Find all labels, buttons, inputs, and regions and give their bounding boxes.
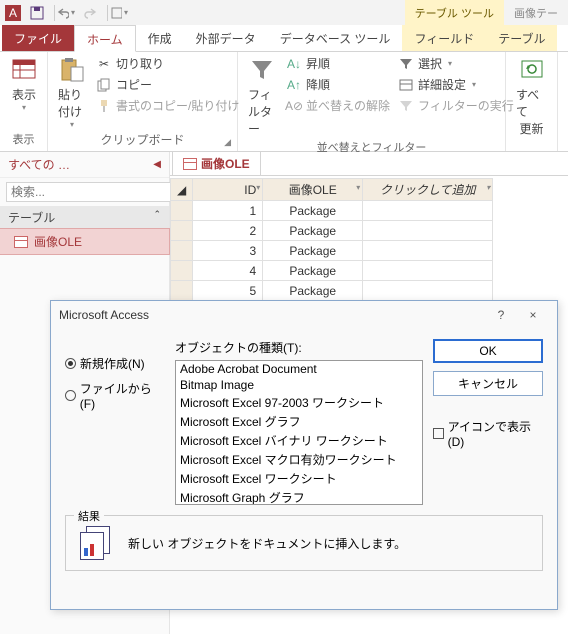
toggle-filter-icon (398, 98, 414, 114)
tab-dbtools[interactable]: データベース ツール (268, 25, 403, 51)
tab-external[interactable]: 外部データ (184, 25, 268, 51)
group-view-label: 表示 (6, 131, 41, 149)
qat-more-icon[interactable] (110, 4, 128, 22)
object-type-listbox[interactable]: Adobe Acrobat Document Bitmap Image Micr… (175, 360, 423, 505)
insert-object-dialog: Microsoft Access ? × 新規作成(N) ファイルから(F) オ… (50, 300, 558, 610)
tab-fields[interactable]: フィールド (402, 25, 486, 51)
toggle-filter-button[interactable]: フィルターの実行 (396, 96, 516, 115)
dialog-title: Microsoft Access (59, 308, 149, 322)
chevron-double-left-icon[interactable]: ◀ (153, 159, 161, 170)
list-item[interactable]: Microsoft Graph グラフ (176, 488, 422, 505)
qat-separator (54, 5, 55, 21)
radio-from-file[interactable]: ファイルから(F) (65, 380, 165, 411)
cancel-button[interactable]: キャンセル (433, 371, 543, 396)
format-painter-button[interactable]: 書式のコピー/貼り付け (94, 96, 241, 115)
tab-file[interactable]: ファイル (2, 25, 74, 51)
radio-create-new[interactable]: 新規作成(N) (65, 355, 165, 372)
cut-button[interactable]: ✂切り取り (94, 54, 241, 73)
paste-button[interactable]: 貼り付け ▾ (54, 54, 90, 131)
radio-icon (65, 358, 76, 369)
tab-table[interactable]: テーブル (486, 25, 557, 51)
filter-icon (248, 56, 276, 84)
app-icon: A (4, 4, 22, 22)
selection-button[interactable]: 選択 (396, 54, 516, 73)
list-item[interactable]: Adobe Acrobat Document (176, 361, 422, 377)
table-row[interactable]: 3Package (171, 241, 493, 261)
list-item[interactable]: Microsoft Excel グラフ (176, 412, 422, 431)
paste-icon (58, 56, 86, 84)
table-row[interactable]: 4Package (171, 261, 493, 281)
result-legend: 結果 (74, 508, 104, 524)
sort-desc-icon: A↑ (286, 77, 302, 93)
refresh-all-button[interactable]: すべて 更新 (512, 54, 551, 139)
checkbox-icon (433, 428, 444, 439)
advanced-button[interactable]: 詳細設定 (396, 75, 516, 94)
context-tab-tools: テーブル ツール (405, 0, 504, 25)
redo-icon[interactable] (81, 4, 99, 22)
ok-button[interactable]: OK (433, 339, 543, 363)
sort-clear-icon: A⊘ (286, 98, 302, 114)
close-button[interactable]: × (517, 308, 549, 322)
nav-group-header[interactable]: テーブル ⌃ (0, 206, 169, 229)
result-text: 新しい オブジェクトをドキュメントに挿入します。 (128, 535, 532, 552)
paste-label: 貼り付け (58, 86, 86, 120)
group-clipboard-label: クリップボード◢ (54, 131, 231, 150)
view-button[interactable]: 表示 ▾ (6, 54, 42, 114)
table-row[interactable]: 2Package (171, 221, 493, 241)
list-item[interactable]: Microsoft Excel マクロ有効ワークシート (176, 450, 422, 469)
sort-desc-button[interactable]: A↑降順 (284, 75, 392, 94)
cut-icon: ✂ (96, 56, 112, 72)
column-header-ole[interactable]: 画像OLE▾ (263, 179, 363, 201)
help-button[interactable]: ? (485, 308, 517, 322)
copy-icon (96, 77, 112, 93)
refresh-icon (518, 56, 546, 84)
undo-icon[interactable] (57, 4, 75, 22)
selection-icon (398, 56, 414, 72)
table-icon (14, 236, 28, 248)
nav-search-input[interactable] (6, 182, 171, 202)
list-item[interactable]: Microsoft Excel 97-2003 ワークシート (176, 393, 422, 412)
tab-create[interactable]: 作成 (136, 25, 184, 51)
svg-text:A: A (9, 6, 17, 20)
save-icon[interactable] (28, 4, 46, 22)
sort-asc-button[interactable]: A↓昇順 (284, 54, 392, 73)
advanced-icon (398, 77, 414, 93)
qat-separator (107, 5, 108, 21)
column-dropdown-icon[interactable]: ▾ (256, 183, 260, 192)
table-row[interactable]: 5Package (171, 281, 493, 301)
nav-item-table[interactable]: 画像OLE (0, 229, 169, 254)
view-label: 表示 (12, 86, 36, 103)
display-as-icon-checkbox[interactable]: アイコンで表示(D) (433, 418, 543, 449)
context-tab-image: 画像テー (504, 0, 568, 25)
clipboard-launcher[interactable]: ◢ (224, 137, 231, 148)
result-icon (76, 526, 116, 560)
collapse-icon[interactable]: ⌃ (153, 209, 161, 226)
list-item[interactable]: Microsoft Excel ワークシート (176, 469, 422, 488)
brush-icon (96, 98, 112, 114)
document-tab[interactable]: 画像OLE (172, 152, 261, 175)
view-icon (10, 56, 38, 84)
select-all-cell[interactable]: ◢ (171, 179, 193, 201)
table-row[interactable]: 1Package (171, 201, 493, 221)
column-header-add[interactable]: クリックして追加▾ (363, 179, 493, 201)
column-dropdown-icon[interactable]: ▾ (356, 183, 360, 192)
nav-header[interactable]: すべての … ◀ (0, 152, 169, 178)
list-item[interactable]: Bitmap Image (176, 377, 422, 393)
column-dropdown-icon[interactable]: ▾ (486, 183, 490, 192)
filter-label: フィルター (248, 86, 276, 137)
column-header-id[interactable]: ID▾ (193, 179, 263, 201)
list-item[interactable]: Microsoft Excel バイナリ ワークシート (176, 431, 422, 450)
copy-button[interactable]: コピー (94, 75, 241, 94)
tab-home[interactable]: ホーム (74, 25, 136, 52)
radio-icon (65, 390, 76, 401)
sort-clear-button[interactable]: A⊘並べ替えの解除 (284, 96, 392, 115)
sort-asc-icon: A↓ (286, 56, 302, 72)
object-type-label: オブジェクトの種類(T): (175, 339, 423, 356)
filter-button[interactable]: フィルター (244, 54, 280, 139)
table-icon (183, 158, 197, 170)
